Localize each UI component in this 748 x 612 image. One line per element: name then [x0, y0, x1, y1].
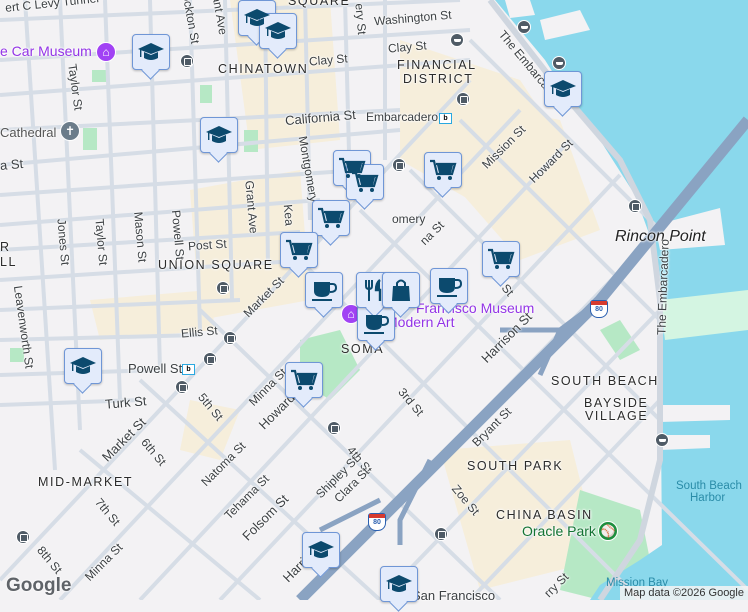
google-logo: Google	[6, 575, 72, 596]
poi-sfmoma-2[interactable]: Modern Art	[386, 314, 454, 330]
street-battery: ery St	[352, 2, 370, 36]
cafe-icon	[312, 282, 338, 301]
bart-icon[interactable]: b	[182, 364, 195, 375]
poi-cathedral[interactable]: Cathedral	[0, 125, 56, 140]
ferry-icon[interactable]	[655, 433, 669, 447]
neighborhood-south-park: SOUTH PARK	[467, 459, 564, 473]
school-icon	[386, 575, 412, 592]
grocery-marker[interactable]	[285, 362, 323, 398]
neighborhood-financial-district-2: DISTRICT	[403, 72, 474, 86]
station-embarcadero[interactable]: Embarcadero	[366, 110, 438, 124]
place-san-francisco: San Francisco	[412, 588, 496, 603]
street-kearny: Kea	[280, 203, 297, 227]
i80-shield-icon: 80	[590, 300, 608, 318]
school-marker[interactable]	[132, 34, 170, 70]
street-montgomery-east: omery	[392, 212, 426, 226]
cable-car-stop-icon[interactable]	[434, 527, 448, 541]
school-icon	[70, 357, 96, 374]
grocery-marker[interactable]	[280, 232, 318, 268]
place-south-beach-harbor-2: Harbor	[690, 492, 726, 504]
shopping-marker[interactable]	[382, 272, 420, 308]
school-marker[interactable]	[380, 566, 418, 602]
cable-car-stop-icon[interactable]	[628, 199, 642, 213]
cafe-marker[interactable]	[357, 305, 395, 341]
poi-oracle-park[interactable]: Oracle Park	[522, 523, 596, 539]
cable-car-stop-icon[interactable]	[327, 421, 341, 435]
cable-car-stop-icon[interactable]	[16, 530, 30, 544]
neighborhood-square-top: SQUARE	[288, 0, 351, 8]
cafe-marker[interactable]	[305, 272, 343, 308]
school-marker[interactable]	[200, 117, 238, 153]
restaurant-icon	[365, 279, 382, 301]
cable-car-stop-icon[interactable]	[456, 92, 470, 106]
school-icon	[265, 22, 291, 39]
cafe-icon	[437, 278, 463, 297]
poi-cable-car-museum[interactable]: e Car Museum	[0, 43, 92, 59]
ferry-icon[interactable]	[450, 33, 464, 47]
neighborhood-south-beach: SOUTH BEACH	[551, 374, 659, 388]
grocery-marker[interactable]	[424, 152, 462, 188]
grocery-marker[interactable]	[346, 164, 384, 200]
grocery-marker[interactable]	[312, 200, 350, 236]
street-post: Post St	[187, 236, 228, 254]
neighborhood-bayside-village-2: VILLAGE	[585, 409, 649, 423]
station-powell[interactable]: Powell St	[128, 361, 182, 376]
church-icon[interactable]: ✝	[60, 121, 80, 141]
neighborhood-fragment-r: R	[0, 240, 11, 254]
grocery-marker[interactable]	[482, 241, 520, 277]
bart-icon[interactable]: b	[439, 113, 452, 124]
street-sacramento: a St	[0, 156, 24, 173]
i80-shield-icon: 80	[368, 513, 386, 531]
school-icon	[138, 43, 164, 60]
school-icon	[308, 541, 334, 558]
grocery-icon	[318, 207, 345, 228]
shopping-icon	[392, 279, 410, 301]
school-marker[interactable]	[302, 532, 340, 568]
cable-car-stop-icon[interactable]	[203, 352, 217, 366]
grocery-icon	[352, 171, 379, 192]
cafe-marker[interactable]	[430, 268, 468, 304]
school-marker[interactable]	[64, 348, 102, 384]
neighborhood-bayside-village: BAYSIDE	[584, 396, 649, 410]
grocery-icon	[286, 239, 313, 260]
map-attribution[interactable]: Map data ©2026 Google	[619, 586, 748, 600]
neighborhood-financial-district: FINANCIAL	[397, 58, 477, 72]
cable-car-stop-icon[interactable]	[223, 331, 237, 345]
school-icon	[206, 126, 232, 143]
cable-car-stop-icon[interactable]	[216, 281, 230, 295]
neighborhood-chinatown: CHINATOWN	[218, 62, 309, 76]
museum-icon[interactable]: ⌂	[96, 42, 116, 62]
school-marker[interactable]	[544, 71, 582, 107]
school-icon	[550, 80, 576, 97]
neighborhood-fragment-ll: LL	[0, 255, 18, 269]
school-marker[interactable]	[259, 13, 297, 49]
grocery-icon	[430, 159, 457, 180]
ferry-icon[interactable]	[552, 56, 566, 70]
cafe-icon	[364, 315, 390, 334]
grocery-icon	[291, 369, 318, 390]
neighborhood-mid-market: MID-MARKET	[38, 475, 134, 489]
cable-car-stop-icon[interactable]	[175, 380, 189, 394]
neighborhood-china-basin: CHINA BASIN	[496, 508, 593, 522]
cable-car-stop-icon[interactable]	[392, 158, 406, 172]
ferry-icon[interactable]	[517, 20, 531, 34]
place-south-beach-harbor: South Beach	[676, 480, 742, 492]
grocery-icon	[488, 248, 515, 269]
cable-car-stop-icon[interactable]	[180, 54, 194, 68]
stadium-icon[interactable]: ⚾	[598, 521, 618, 541]
